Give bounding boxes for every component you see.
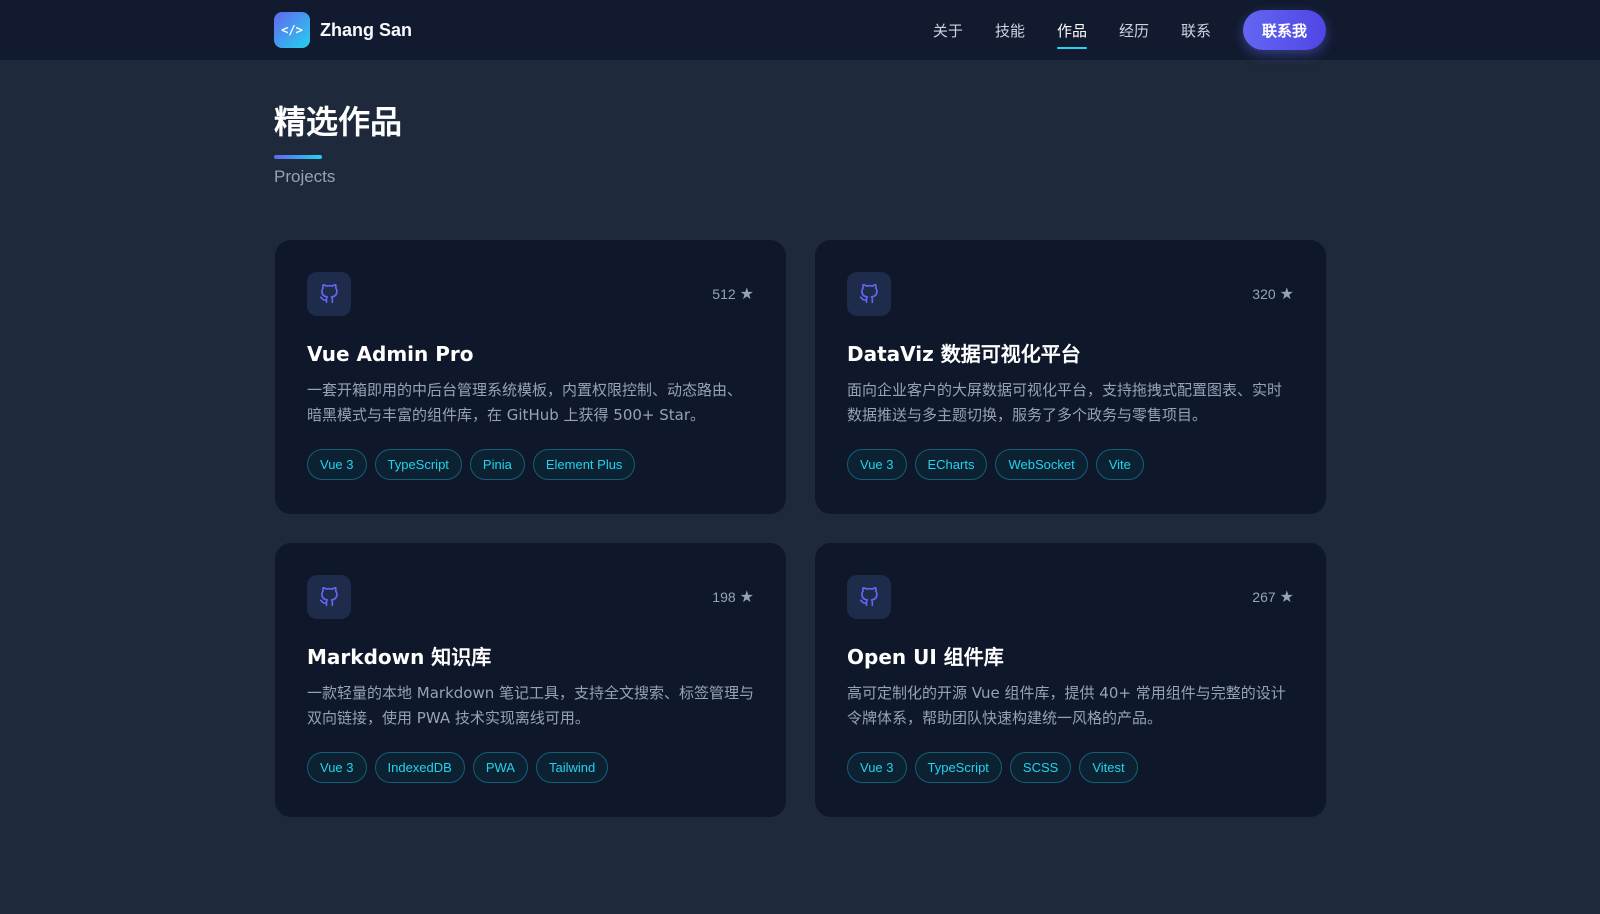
star-count-value: 267: [1252, 589, 1276, 605]
tech-tag: IndexedDB: [374, 752, 465, 783]
tech-tag: Vue 3: [307, 752, 367, 783]
project-title: Vue Admin Pro: [307, 342, 474, 366]
tech-tag: PWA: [472, 752, 528, 783]
star-count-value: 512: [712, 286, 736, 302]
nav-link-experience[interactable]: 经历: [1119, 20, 1149, 41]
tag-list: Vue 3 TypeScript Pinia Element Plus: [307, 449, 754, 480]
tech-tag: Vue 3: [307, 449, 367, 480]
tech-tag: Vue 3: [847, 449, 907, 480]
nav-link-contact[interactable]: 联系: [1181, 20, 1211, 41]
section-subtitle: Projects: [274, 167, 336, 186]
tech-tag: TypeScript: [374, 449, 462, 480]
tech-tag: Pinia: [469, 449, 525, 480]
project-title: DataViz 数据可视化平台: [847, 342, 1081, 366]
nav-link-skills[interactable]: 技能: [995, 20, 1025, 41]
brand-name: Zhang San: [320, 19, 413, 40]
star-count: 198 ★: [712, 587, 754, 607]
section-title: 精选作品: [274, 103, 403, 141]
github-icon[interactable]: [307, 575, 351, 619]
github-icon[interactable]: [307, 272, 351, 316]
project-description: 一款轻量的本地 Markdown 笔记工具，支持全文搜索、标签管理与双向链接，使…: [307, 684, 754, 727]
star-count-value: 320: [1252, 286, 1276, 302]
project-card[interactable]: 198 ★ Markdown 知识库一款轻量的本地 Markdown 笔记工具，支持…: [275, 543, 786, 817]
section-header: 精选作品 Projects: [274, 100, 402, 187]
github-icon[interactable]: [847, 575, 891, 619]
star-count-value: 198: [712, 589, 736, 605]
project-title: Open UI 组件库: [847, 645, 1004, 669]
project-title: Markdown 知识库: [307, 645, 492, 669]
project-description: 一套开箱即用的中后台管理系统模板，内置权限控制、动态路由、暗黑模式与丰富的组件库…: [307, 381, 743, 424]
card-header: 198 ★: [307, 575, 754, 619]
card-header: 267 ★: [847, 575, 1294, 619]
star-count: 320 ★: [1252, 284, 1294, 304]
navbar: </> Zhang San 关于 技能 作品 经历 联系 联系我: [0, 0, 1600, 60]
nav-menu: 关于 技能 作品 经历 联系 联系我: [933, 10, 1326, 50]
project-description: 面向企业客户的大屏数据可视化平台，支持拖拽式配置图表、实时数据推送与多主题切换，…: [847, 381, 1283, 424]
star-icon: ★: [739, 589, 754, 606]
tag-list: Vue 3 TypeScript SCSS Vitest: [847, 752, 1294, 783]
tech-tag: Vitest: [1079, 752, 1138, 783]
code-logo-icon: </>: [274, 12, 310, 48]
star-count: 267 ★: [1252, 587, 1294, 607]
tech-tag: WebSocket: [995, 449, 1088, 480]
tech-tag: ECharts: [914, 449, 988, 480]
tag-list: Vue 3 ECharts WebSocket Vite: [847, 449, 1294, 480]
project-card[interactable]: 320 ★ DataViz 数据可视化平台面向企业客户的大屏数据可视化平台，支持拖拽…: [815, 240, 1326, 514]
project-description: 高可定制化的开源 Vue 组件库，提供 40+ 常用组件与完整的设计令牌体系，帮…: [847, 684, 1286, 727]
nav-link-about[interactable]: 关于: [933, 20, 963, 41]
card-header: 512 ★: [307, 272, 754, 316]
project-card[interactable]: 267 ★ Open UI 组件库高可定制化的开源 Vue 组件库，提供 40+ 常…: [815, 543, 1326, 817]
star-icon: ★: [739, 286, 754, 303]
tech-tag: SCSS: [1009, 752, 1072, 783]
star-count: 512 ★: [712, 284, 754, 304]
tech-tag: Tailwind: [535, 752, 609, 783]
tech-tag: Vue 3: [847, 752, 907, 783]
contact-me-button[interactable]: 联系我: [1243, 10, 1326, 50]
card-header: 320 ★: [847, 272, 1294, 316]
navbar-inner: </> Zhang San 关于 技能 作品 经历 联系 联系我: [274, 0, 1326, 60]
star-icon: ★: [1279, 286, 1294, 303]
star-icon: ★: [1279, 589, 1294, 606]
brand[interactable]: </> Zhang San: [274, 12, 412, 48]
tech-tag: TypeScript: [914, 752, 1002, 783]
tag-list: Vue 3 IndexedDB PWA Tailwind: [307, 752, 754, 783]
tech-tag: Vite: [1095, 449, 1144, 480]
project-card[interactable]: 512 ★ Vue Admin Pro 一套开箱即用的中后台管理系统模板，内置权限控制…: [275, 240, 786, 514]
title-underline: [274, 155, 322, 159]
tech-tag: Element Plus: [532, 449, 636, 480]
nav-link-projects[interactable]: 作品: [1056, 20, 1087, 49]
github-icon[interactable]: [847, 272, 891, 316]
